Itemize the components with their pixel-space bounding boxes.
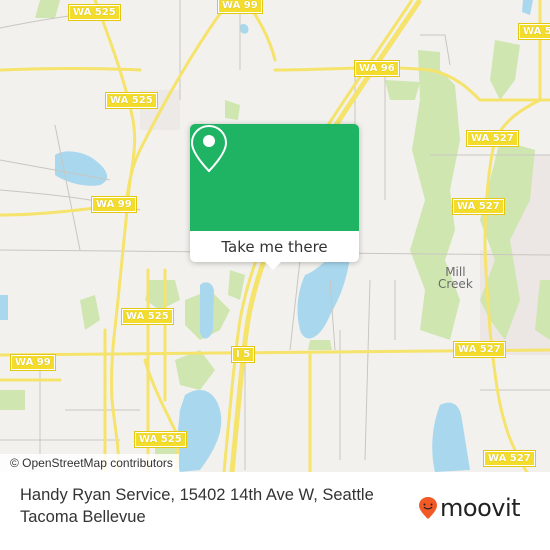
popup-header[interactable] (190, 124, 359, 231)
road-shield-wa527: WA 527 (518, 23, 550, 40)
road-shield-wa525: WA 525 (121, 308, 174, 325)
road-shield-wa525: WA 525 (105, 92, 158, 109)
road-shield-wa99: WA 99 (217, 0, 263, 14)
road-shield-wa525: WA 525 (134, 431, 187, 448)
take-me-there-button[interactable]: Take me there (190, 231, 359, 262)
road-shield-wa99: WA 99 (10, 354, 56, 371)
road-shield-wa527: WA 527 (483, 450, 536, 467)
moovit-wordmark: moovit (440, 494, 521, 522)
map[interactable]: WA 525 WA 99 WA 525 WA 96 WA 527 WA 527 … (0, 0, 550, 472)
popup-pointer (265, 262, 281, 270)
location-popup: Take me there (190, 124, 359, 270)
map-pin-icon (190, 124, 228, 173)
moovit-logo[interactable]: moovit (418, 494, 521, 522)
map-attribution[interactable]: © OpenStreetMap contributors (0, 454, 179, 472)
road-shield-wa99: WA 99 (91, 196, 137, 213)
place-address: Handy Ryan Service, 15402 14th Ave W, Se… (20, 486, 374, 526)
road-shield-wa527: WA 527 (452, 198, 505, 215)
road-shield-wa527: WA 527 (466, 130, 519, 147)
road-shield-wa527: WA 527 (453, 341, 506, 358)
footer: Handy Ryan Service, 15402 14th Ave W, Se… (0, 472, 550, 550)
road-shield-i5: I 5 (230, 346, 256, 363)
moovit-pin-icon (419, 497, 437, 519)
road-shield-wa525: WA 525 (68, 4, 121, 21)
road-shield-wa96: WA 96 (354, 60, 400, 77)
place-label-mill-creek: Mill Creek (438, 265, 473, 291)
